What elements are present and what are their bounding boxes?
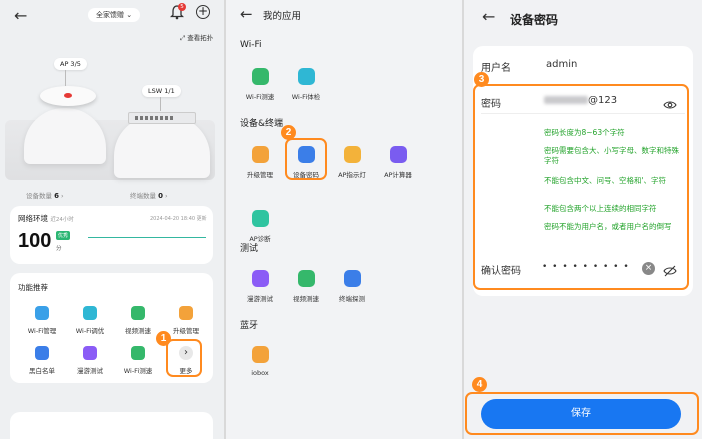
device-label-switch: LSW 1/1 — [142, 85, 181, 97]
ap-pedestal — [24, 108, 106, 164]
device-count[interactable]: 设备数量 6 › — [26, 190, 64, 200]
net-env-subtitle: 近24小时 — [50, 217, 74, 223]
function-icon — [35, 346, 49, 360]
add-icon[interactable]: + — [196, 5, 210, 19]
app-icon — [297, 68, 315, 85]
chevron-down-icon: ⌄ — [126, 11, 133, 19]
topology-link[interactable]: ⤢ 查看拓扑 — [180, 32, 213, 43]
ap-logo — [64, 93, 72, 98]
device-label-ap: AP 3/5 — [54, 58, 87, 70]
expand-icon: ⤢ — [180, 34, 186, 42]
username-value: admin — [546, 59, 578, 70]
app-icon — [251, 270, 269, 287]
app-icon — [343, 270, 361, 287]
app-icon — [251, 68, 269, 85]
app-label: Wi-Fi体检 — [291, 93, 321, 101]
ap-device[interactable] — [40, 86, 96, 106]
net-env-title: 网络环境 近24小时 — [18, 213, 74, 224]
app-item[interactable]: Wi-Fi体检 — [278, 68, 334, 101]
section-title: 测试 — [240, 244, 259, 254]
bell-icon[interactable]: 5 — [169, 3, 186, 21]
terminal-count-value: 0 — [158, 192, 163, 200]
step-1-highlight — [166, 339, 202, 377]
topology-link-label: 查看拓扑 — [187, 34, 214, 42]
step-3-highlight — [473, 84, 689, 290]
app-item[interactable]: AP诊断 — [232, 210, 288, 243]
section-title: 蓝牙 — [240, 321, 259, 331]
notification-count: 5 — [178, 3, 186, 11]
section-title: 设备&终端 — [240, 119, 284, 129]
device-count-label: 设备数量 — [26, 192, 52, 200]
section-title: Wi-Fi — [240, 40, 262, 50]
terminal-count-label: 终端数量 — [130, 192, 156, 200]
function-recommend-title: 功能推荐 — [18, 283, 48, 292]
function-icon — [83, 346, 97, 360]
app-icon — [297, 270, 315, 287]
bottom-nav — [10, 412, 213, 439]
net-env-title-text: 网络环境 — [18, 214, 48, 223]
app-item[interactable]: 终端探测 — [324, 270, 380, 303]
back-arrow-icon[interactable]: ← — [482, 7, 495, 26]
app-item[interactable]: iobox — [232, 346, 288, 377]
function-icon — [35, 306, 49, 320]
step-4-highlight — [465, 392, 699, 435]
username-label: 用户名 — [481, 63, 511, 74]
device-count-value: 6 — [54, 192, 59, 200]
app-label: iobox — [251, 369, 269, 377]
function-icon — [131, 346, 145, 360]
function-icon — [179, 306, 193, 320]
device-password-screen: ← 设备密码 用户名 admin 密码 @123 密码长度为8~63个字符 密码需… — [464, 0, 702, 439]
network-score: 100 — [18, 230, 52, 252]
connector-line — [65, 70, 66, 86]
terminal-count[interactable]: 终端数量 0 › — [130, 190, 168, 200]
app-icon — [343, 146, 361, 163]
connector-line — [160, 97, 161, 111]
score-badge: 优秀 — [56, 231, 71, 240]
back-arrow-icon[interactable]: ← — [240, 5, 253, 23]
app-label: AP计算器 — [384, 171, 412, 179]
function-icon — [83, 306, 97, 320]
home-selector[interactable]: 全家馈赠 ⌄ — [88, 8, 141, 22]
page-title: 设备密码 — [510, 13, 559, 27]
step-2-badge: 2 — [281, 125, 296, 140]
back-arrow-icon[interactable]: ← — [14, 6, 27, 25]
app-label: 终端探测 — [339, 295, 365, 303]
app-icon — [251, 210, 269, 227]
home-screen: ← 全家馈赠 ⌄ 5 + ⤢ 查看拓扑 AP 3/5 LSW 1/1 设备数量 … — [0, 0, 224, 439]
page-title: 我的应用 — [263, 11, 302, 22]
app-icon — [389, 146, 407, 163]
app-icon — [251, 146, 269, 163]
app-icon — [251, 346, 269, 363]
function-icon — [131, 306, 145, 320]
my-apps-screen: ← 我的应用 Wi-Fi Wi-Fi测速 Wi-Fi体检 设备&终端 升级管理 设备密码 A… — [226, 0, 462, 439]
switch-pedestal — [114, 116, 210, 178]
switch-ports — [135, 116, 175, 120]
score-trend-line — [88, 237, 206, 238]
step-2-highlight — [285, 138, 327, 180]
score-unit: 分 — [56, 246, 62, 252]
network-environment-card[interactable]: 网络环境 近24小时 2024-04-20 18:40 更新 100 优秀 分 — [10, 206, 213, 264]
app-item[interactable]: AP计算器 — [370, 146, 426, 179]
net-env-updated-time: 2024-04-20 18:40 更新 — [150, 216, 207, 222]
chevron-right-icon: › — [61, 192, 64, 200]
step-1-badge: 1 — [156, 331, 171, 346]
switch-device[interactable] — [128, 112, 196, 124]
step-3-badge: 3 — [474, 72, 489, 87]
step-4-badge: 4 — [472, 377, 487, 392]
chevron-right-icon: › — [165, 192, 168, 200]
home-selector-label: 全家馈赠 — [96, 11, 124, 19]
